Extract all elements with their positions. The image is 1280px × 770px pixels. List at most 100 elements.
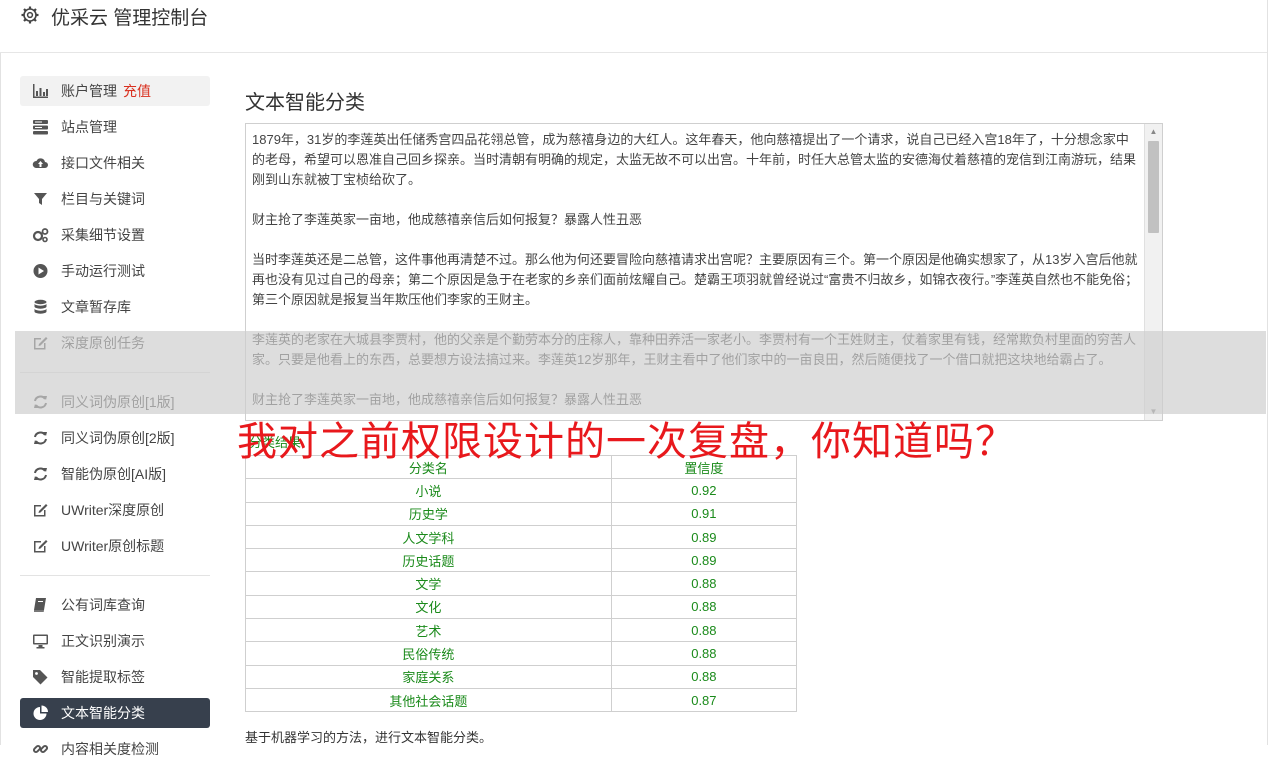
sidebar-item-text-classification[interactable]: 文本智能分类 [20, 698, 210, 728]
text-input-area[interactable]: 1879年，31岁的李莲英出任储秀宫四品花翎总管，成为慈禧身边的大红人。这年春天… [245, 123, 1163, 421]
sidebar-item-uwriter-deep[interactable]: UWriter深度原创 [20, 495, 210, 525]
sidebar-item-synonym-v2[interactable]: 同义词伪原创[2版] [20, 423, 210, 453]
sidebar-item-smart-tags[interactable]: 智能提取标签 [20, 662, 210, 692]
sidebar-item-label: UWriter深度原创 [61, 502, 165, 518]
sidebar-item-public-lexicon[interactable]: 公有词库查询 [20, 590, 210, 620]
link-icon [32, 744, 49, 754]
sidebar-item-label: 站点管理 [61, 119, 117, 135]
confidence-cell: 0.88 [610, 618, 798, 643]
sidebar-item-label: 接口文件相关 [61, 155, 145, 171]
sidebar-divider [20, 575, 210, 576]
refresh-icon [34, 395, 47, 409]
sidebar-item-synonym-v1[interactable]: 同义词伪原创[1版] [20, 387, 210, 417]
confidence-cell: 0.88 [610, 641, 798, 666]
book-icon [34, 598, 46, 612]
filter-icon [34, 193, 47, 205]
refresh-icon [34, 431, 47, 445]
sidebar-divider [20, 372, 210, 373]
desktop-icon [33, 634, 48, 649]
confidence-cell: 0.88 [610, 594, 798, 620]
scroll-thumb[interactable] [1148, 141, 1159, 233]
sidebar-item-label: 账户管理 [61, 83, 117, 99]
table-row: 人文学科 0.89 [245, 524, 798, 550]
database-icon [34, 299, 47, 314]
window-left-border [0, 0, 1, 745]
main-content: 文本智能分类 1879年，31岁的李莲英出任储秀宫四品花翎总管，成为慈禧身边的大… [245, 0, 1165, 745]
category-cell: 人文学科 [245, 524, 612, 550]
sidebar-item-label: UWriter原创标题 [61, 538, 165, 554]
app-title: 优采云 管理控制台 [51, 8, 209, 29]
sidebar-item-label: 深度原创任务 [61, 335, 145, 351]
confidence-cell: 0.88 [610, 664, 798, 689]
sidebar-item-label: 公有词库查询 [61, 597, 145, 613]
sidebar-item-text-recognition[interactable]: 正文识别演示 [20, 626, 210, 656]
text-paragraph: 李莲英的老家在大城县李贾村，他的父亲是个勤劳本分的庄稼人，靠种田养活一家老小。李… [252, 332, 1137, 367]
sidebar-item-label: 采集细节设置 [61, 227, 145, 243]
edit-icon [34, 504, 48, 517]
sidebar-item-label: 智能提取标签 [61, 669, 145, 685]
sidebar-item-columns-keywords[interactable]: 栏目与关键词 [20, 184, 210, 214]
sidebar-item-sites[interactable]: 站点管理 [20, 112, 210, 142]
text-paragraph: 财主抢了李莲英家一亩地，他成慈禧亲信后如何报复？暴露人性丑恶 [252, 392, 643, 407]
sidebar-item-uwriter-title[interactable]: UWriter原创标题 [20, 531, 210, 561]
sidebar-item-label: 文章暂存库 [61, 299, 131, 315]
category-cell: 其他社会话题 [245, 687, 612, 713]
table-row: 其他社会话题 0.87 [245, 687, 798, 713]
confidence-cell: 0.89 [610, 548, 798, 573]
text-paragraph: 1879年，31岁的李莲英出任储秀宫四品花翎总管，成为慈禧身边的大红人。这年春天… [252, 132, 1137, 187]
confidence-cell: 0.91 [610, 501, 798, 526]
table-row: 文化 0.88 [245, 594, 798, 620]
scroll-down-arrow-icon[interactable]: ▼ [1145, 404, 1162, 420]
table-row: 家庭关系 0.88 [245, 664, 798, 689]
textarea-scrollbar[interactable]: ▲ ▼ [1144, 124, 1162, 420]
table-row: 历史学 0.91 [245, 501, 798, 526]
sidebar-item-collect-settings[interactable]: 采集细节设置 [20, 220, 210, 250]
table-row: 历史话题 0.89 [245, 548, 798, 573]
window-right-border [1267, 0, 1268, 745]
category-cell: 历史话题 [245, 548, 612, 573]
text-paragraph: 财主抢了李莲英家一亩地，他成慈禧亲信后如何报复？暴露人性丑恶 [252, 212, 643, 227]
category-cell: 文学 [245, 571, 612, 596]
recharge-link[interactable]: 充值 [123, 83, 151, 99]
page-title: 文本智能分类 [245, 92, 365, 114]
sidebar-nav: 账户管理 充值 站点管理 接口文件相关 栏目与关键词 采集细节设置 手动运行测试 … [20, 76, 210, 770]
sidebar-item-deep-original-tasks[interactable]: 深度原创任务 [20, 328, 210, 358]
scroll-up-arrow-icon[interactable]: ▲ [1145, 124, 1162, 140]
sidebar-item-label: 手动运行测试 [61, 263, 145, 279]
sidebar-item-label: 智能伪原创[AI版] [61, 466, 167, 482]
sidebar-item-label: 文本智能分类 [61, 705, 145, 721]
sidebar-item-interface-files[interactable]: 接口文件相关 [20, 148, 210, 178]
refresh-icon [34, 467, 47, 481]
play-circle-icon [33, 264, 48, 278]
pie-chart-icon [33, 705, 48, 720]
text-paragraph: 当时李莲英还是二总管，这件事他再清楚不过。那么他为何还要冒险向慈禧请求出宫呢？主… [252, 252, 1139, 307]
cloud-upload-icon [32, 158, 48, 168]
overlay-caption: 我对之前权限设计的一次复盘，你知道吗？ [237, 420, 1016, 464]
bar-chart-icon [33, 84, 48, 98]
table-row: 艺术 0.88 [245, 618, 798, 643]
category-cell: 家庭关系 [245, 664, 612, 689]
sidebar-item-label: 同义词伪原创[1版] [61, 394, 175, 410]
method-note: 基于机器学习的方法，进行文本智能分类。 [245, 730, 493, 745]
sidebar-item-relevance-check[interactable]: 内容相关度检测 [20, 734, 210, 764]
text-content: 1879年，31岁的李莲英出任储秀宫四品花翎总管，成为慈禧身边的大红人。这年春天… [252, 130, 1140, 420]
sidebar-item-ai-rewrite[interactable]: 智能伪原创[AI版] [20, 459, 210, 489]
category-cell: 小说 [245, 478, 612, 503]
gear-icon [21, 6, 39, 24]
sidebar-item-label: 同义词伪原创[2版] [61, 430, 175, 446]
sidebar-item-account[interactable]: 账户管理 充值 [20, 76, 210, 106]
sidebar-item-manual-run[interactable]: 手动运行测试 [20, 256, 210, 286]
category-cell: 民俗传统 [245, 641, 612, 666]
sidebar-item-label: 栏目与关键词 [61, 191, 145, 207]
table-row: 民俗传统 0.88 [245, 641, 798, 666]
sidebar-item-label: 正文识别演示 [61, 633, 145, 649]
confidence-cell: 0.87 [610, 687, 798, 713]
server-icon [33, 120, 48, 135]
sidebar-item-label: 内容相关度检测 [61, 741, 159, 757]
confidence-cell: 0.88 [610, 571, 798, 596]
confidence-cell: 0.92 [610, 478, 798, 503]
category-cell: 艺术 [245, 618, 612, 643]
table-row: 小说 0.92 [245, 478, 798, 503]
sidebar-item-article-storage[interactable]: 文章暂存库 [20, 292, 210, 322]
category-cell: 文化 [245, 594, 612, 620]
